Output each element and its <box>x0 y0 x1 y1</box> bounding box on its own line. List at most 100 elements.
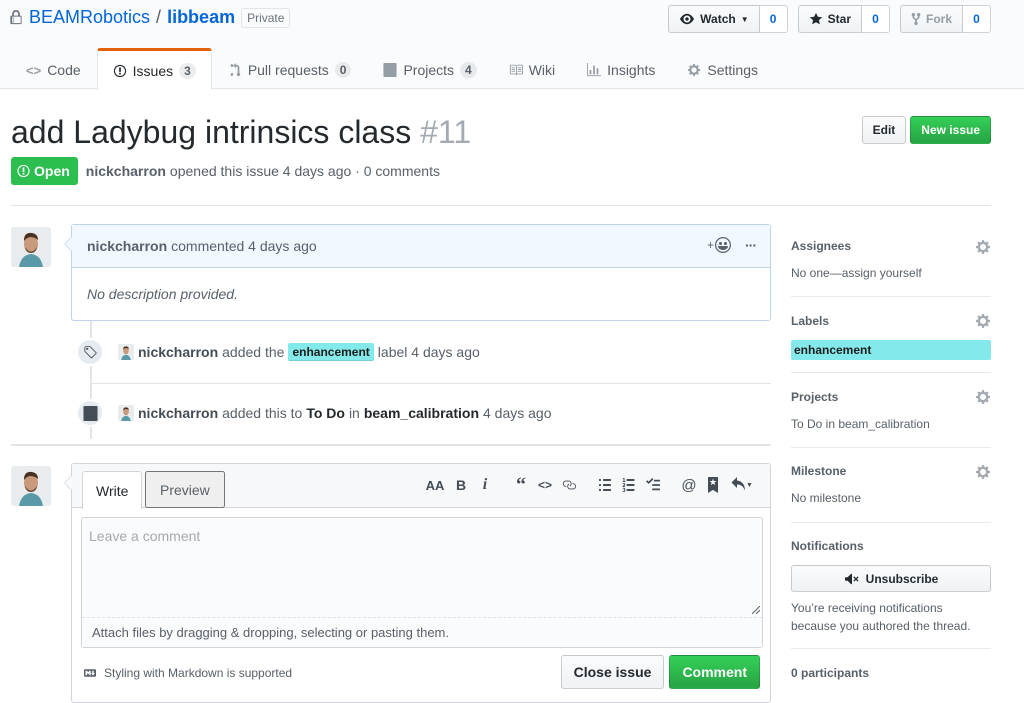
attach-files-hint[interactable]: Attach files by dragging & dropping, sel… <box>82 617 762 647</box>
tab-insights-label: Insights <box>607 62 656 78</box>
gear-icon[interactable] <box>975 313 991 329</box>
star-button[interactable]: Star <box>797 5 862 33</box>
labels-heading[interactable]: Labels <box>791 313 991 329</box>
star-icon <box>809 12 822 25</box>
gear-icon[interactable] <box>975 464 991 480</box>
toolbar-group-insert: “ <> <box>514 474 576 496</box>
edit-button[interactable]: Edit <box>861 116 907 144</box>
gear-icon[interactable] <box>975 389 991 405</box>
event-author-link[interactable]: nickcharron <box>138 344 218 360</box>
milestone-heading[interactable]: Milestone <box>791 463 991 479</box>
ordered-list-icon[interactable] <box>622 476 636 494</box>
sidebar-labels: Labels enhancement <box>791 297 991 373</box>
repo-name-link[interactable]: libbeam <box>167 7 235 28</box>
sidebar-notifications: Notifications Unsubscribe You’re receivi… <box>791 523 991 649</box>
tab-insights[interactable]: Insights <box>571 48 671 89</box>
bold-button[interactable]: B <box>454 476 468 494</box>
tab-projects[interactable]: Projects 4 <box>367 48 492 89</box>
reply-icon[interactable]: ▼ <box>730 476 754 494</box>
avatar-image <box>11 227 51 267</box>
project-icon <box>82 405 98 421</box>
bookmark-icon[interactable] <box>706 476 720 494</box>
issue-opened-icon <box>17 164 30 178</box>
italic-button[interactable]: i <box>478 476 492 494</box>
tab-preview[interactable]: Preview <box>145 471 225 508</box>
issues-counter: 3 <box>179 62 196 79</box>
caret-down-icon: ▼ <box>740 14 749 24</box>
gear-icon[interactable] <box>975 239 991 255</box>
repo-owner-link[interactable]: BEAMRobotics <box>29 7 150 28</box>
event-author-link[interactable]: nickcharron <box>138 405 218 421</box>
path-separator: / <box>156 7 162 27</box>
projects-heading[interactable]: Projects <box>791 389 991 405</box>
tab-pull-requests-label: Pull requests <box>247 62 329 78</box>
markdown-note-label: Styling with Markdown is supported <box>104 666 293 680</box>
tab-projects-label: Projects <box>403 62 455 78</box>
star-count[interactable]: 0 <box>861 5 890 33</box>
tab-settings-label: Settings <box>707 62 758 78</box>
tab-issues[interactable]: Issues 3 <box>96 48 212 90</box>
close-issue-button[interactable]: Close issue <box>560 655 665 689</box>
label-enhancement[interactable]: enhancement <box>791 340 991 360</box>
header-button[interactable]: AA <box>426 476 445 494</box>
avatar[interactable] <box>11 466 51 506</box>
unordered-list-icon[interactable] <box>598 476 612 494</box>
assignees-value[interactable]: No one—assign yourself <box>791 266 991 280</box>
event-divider <box>92 383 771 384</box>
event-text: added the <box>222 344 285 360</box>
avatar[interactable] <box>11 227 51 267</box>
new-comment-form: Write Preview AA B i “ <> @ ▼ Leave a co… <box>64 463 771 703</box>
more-options-icon[interactable]: ··· <box>745 237 757 253</box>
unsubscribe-button[interactable]: Unsubscribe <box>791 565 991 592</box>
tab-issues-label: Issues <box>132 62 174 79</box>
project-event: nickcharron added this to To Do in beam_… <box>76 399 552 427</box>
fork-count[interactable]: 0 <box>963 5 991 33</box>
timeline-end-divider <box>11 444 771 446</box>
fork-button[interactable]: Fork <box>899 5 963 33</box>
sidebar-assignees: Assignees No one—assign yourself <box>791 224 991 297</box>
new-issue-button[interactable]: New issue <box>910 116 991 144</box>
watch-button[interactable]: Watch ▼ <box>668 5 760 33</box>
issue-opened-icon <box>113 64 126 77</box>
avatar[interactable] <box>118 344 134 360</box>
issue-meta: Open nickcharron opened this issue 4 day… <box>11 157 440 185</box>
resize-grip-icon[interactable] <box>752 606 760 614</box>
comment-author-link[interactable]: nickcharron <box>87 238 167 254</box>
pulls-counter: 0 <box>334 62 352 78</box>
mute-icon <box>844 573 859 584</box>
comment-button[interactable]: Comment <box>669 655 760 689</box>
notifications-heading: Notifications <box>791 539 864 553</box>
tab-code[interactable]: <> Code <box>10 48 97 89</box>
link-icon[interactable] <box>562 476 576 494</box>
fork-group: Fork 0 <box>899 5 991 33</box>
tab-settings[interactable]: Settings <box>671 48 774 89</box>
add-reaction-button[interactable]: + <box>707 237 731 253</box>
project-link[interactable]: beam_calibration <box>364 405 479 421</box>
tab-wiki[interactable]: Wiki <box>493 48 571 89</box>
tab-pull-requests[interactable]: Pull requests 0 <box>212 48 368 89</box>
state-label: Open <box>34 163 70 179</box>
markdown-note[interactable]: Styling with Markdown is supported <box>82 666 292 680</box>
issue-title-text: add Ladybug intrinsics class <box>11 114 412 150</box>
comment-textarea[interactable] <box>82 518 762 617</box>
assignees-heading[interactable]: Assignees <box>791 238 991 254</box>
label-event: nickcharron added the enhancement label … <box>76 338 480 366</box>
issue-author-link[interactable]: nickcharron <box>86 163 166 179</box>
label-enhancement[interactable]: enhancement <box>288 343 374 361</box>
task-list-icon[interactable] <box>646 476 660 494</box>
code-icon: <> <box>26 62 42 78</box>
mention-button[interactable]: @ <box>681 476 696 494</box>
event-text: label 4 days ago <box>377 344 480 360</box>
issue-meta-text: opened this issue 4 days ago · 0 comment… <box>169 163 440 179</box>
code-icon[interactable]: <> <box>538 476 552 494</box>
watch-count[interactable]: 0 <box>759 5 788 33</box>
event-text: in <box>348 405 360 421</box>
projects-value[interactable]: To Do in beam_calibration <box>791 417 991 431</box>
fork-label: Fork <box>925 12 952 26</box>
comment-tabnav: Write Preview AA B i “ <> @ ▼ <box>72 464 770 509</box>
plus-glyph: + <box>706 238 714 252</box>
tab-write[interactable]: Write <box>82 471 143 509</box>
quote-icon[interactable]: “ <box>514 474 528 496</box>
repo-nav: <> Code Issues 3 Pull requests 0 Project… <box>10 48 774 90</box>
avatar[interactable] <box>118 405 134 421</box>
